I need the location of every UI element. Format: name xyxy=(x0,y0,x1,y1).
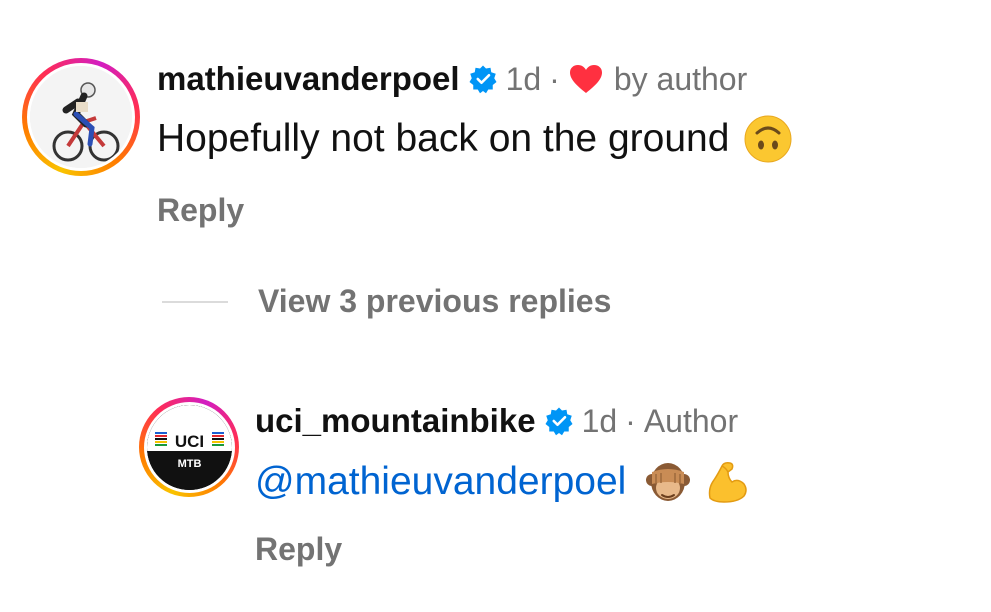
uci-mtb-logo-icon: UCI MTB xyxy=(146,404,232,490)
avatar-story-ring[interactable]: UCI MTB xyxy=(139,397,239,497)
view-previous-replies[interactable]: View 3 previous replies xyxy=(162,283,611,320)
mention-link[interactable]: @mathieuvanderpoel xyxy=(255,460,626,504)
view-previous-replies-label[interactable]: View 3 previous replies xyxy=(258,283,611,320)
thread-divider-line xyxy=(162,300,228,303)
heart-icon xyxy=(569,65,602,93)
avatar-story-ring[interactable] xyxy=(22,58,140,176)
comment-timestamp: 1d xyxy=(581,402,618,439)
reply-button[interactable]: Reply xyxy=(157,192,244,229)
separator-dot: · xyxy=(625,402,636,439)
see-no-evil-monkey-emoji-icon xyxy=(646,463,691,501)
avatar: UCI MTB xyxy=(146,404,232,490)
avatar-logo-bottom-text: MTB xyxy=(177,458,201,470)
verified-badge-icon xyxy=(545,407,573,436)
avatar-logo-top-text: UCI xyxy=(174,432,203,451)
comment-username[interactable]: uci_mountainbike xyxy=(255,402,536,440)
comment-text: Hopefully not back on the ground xyxy=(157,117,730,160)
verified-badge-icon xyxy=(469,65,497,94)
avatar xyxy=(30,66,132,168)
reply-button[interactable]: Reply xyxy=(255,531,342,568)
author-label: Author xyxy=(643,402,739,439)
comment-username[interactable]: mathieuvanderpoel xyxy=(157,60,460,98)
cyclist-avatar-image xyxy=(30,66,132,168)
flexed-biceps-emoji-icon xyxy=(709,462,748,503)
liked-by-author-label: by author xyxy=(613,60,748,97)
comment-timestamp: 1d xyxy=(505,60,542,97)
separator-dot: · xyxy=(549,60,560,97)
upside-down-face-emoji-icon xyxy=(744,115,792,163)
